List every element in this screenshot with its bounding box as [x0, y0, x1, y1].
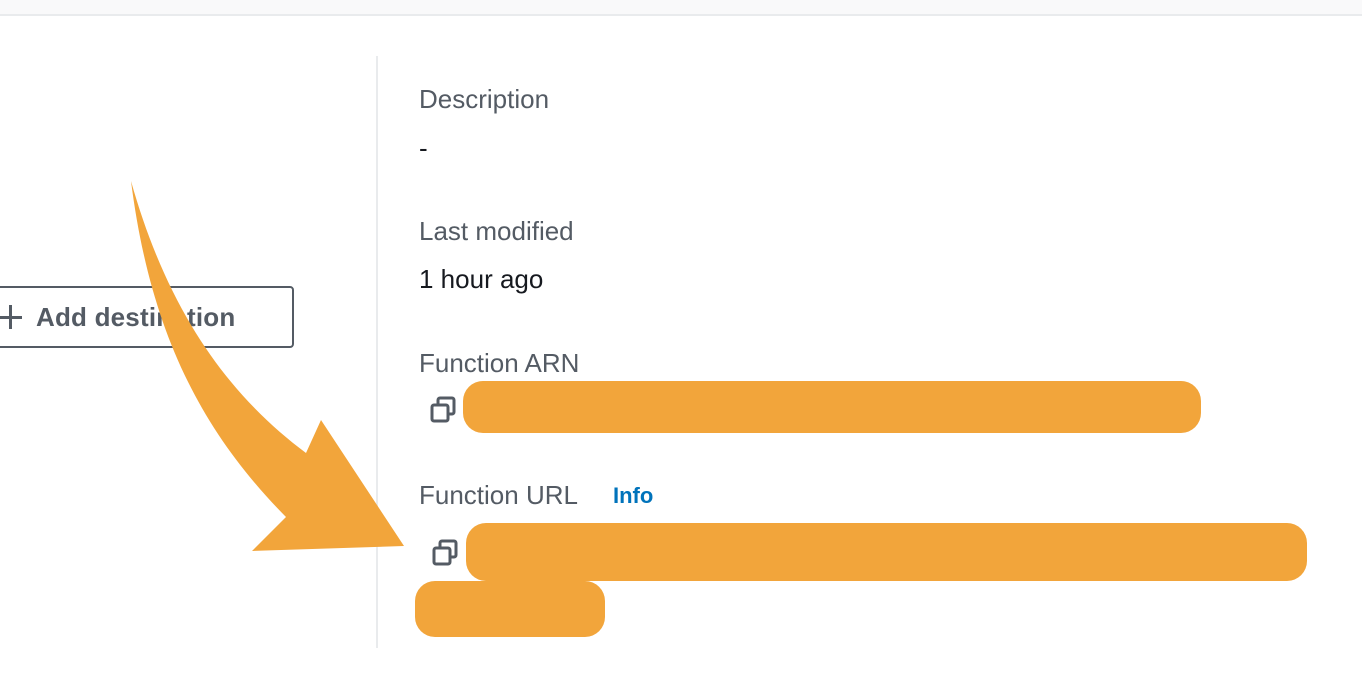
function-url-redaction	[466, 523, 1307, 581]
description-label: Description	[419, 84, 550, 114]
lambda-function-overview: Add destination Description - Last modif…	[0, 0, 1362, 684]
copy-icon[interactable]	[430, 538, 460, 568]
add-destination-label: Add destination	[36, 301, 236, 332]
add-destination-button[interactable]: Add destination	[0, 286, 294, 348]
function-url-info-link[interactable]: Info	[613, 483, 653, 509]
plus-icon	[0, 305, 22, 329]
last-modified-label: Last modified	[419, 216, 574, 246]
function-url-redaction-overflow	[415, 581, 605, 637]
vertical-divider	[376, 56, 378, 648]
last-modified-value: 1 hour ago	[419, 264, 544, 294]
function-arn-redaction	[463, 381, 1201, 433]
function-url-label: Function URL	[419, 480, 578, 510]
header-strip	[0, 0, 1362, 16]
copy-icon[interactable]	[428, 395, 458, 425]
function-arn-label: Function ARN	[419, 348, 580, 378]
description-value: -	[419, 133, 428, 163]
